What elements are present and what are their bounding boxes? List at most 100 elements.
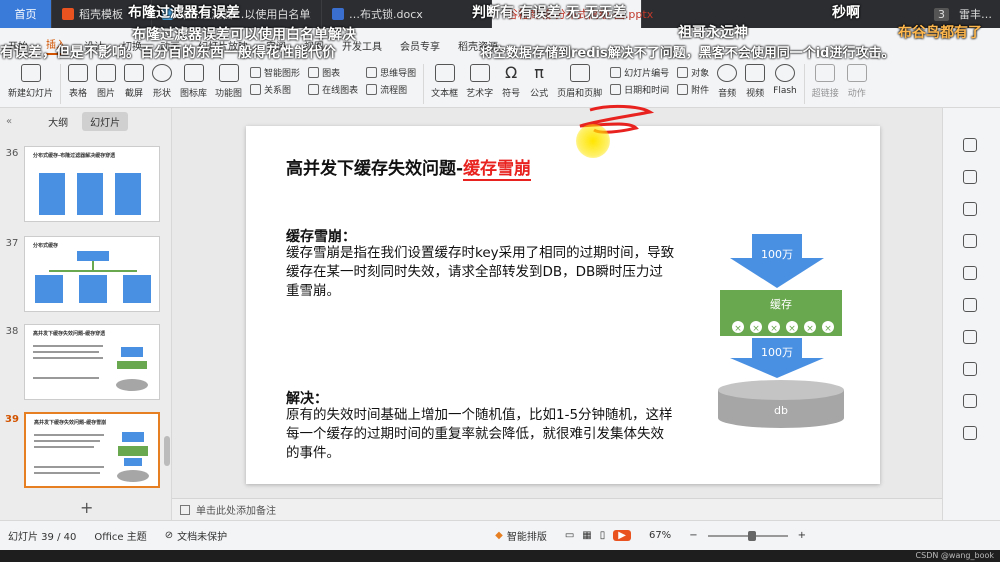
picture-icon	[96, 64, 117, 82]
sidebar-tool-icon[interactable]	[963, 234, 977, 248]
add-slide-icon[interactable]: +	[80, 498, 93, 517]
smart-shape-button[interactable]: 智能图形	[250, 66, 300, 79]
picture-button[interactable]: 图片	[92, 64, 120, 99]
tab-slides[interactable]: 幻灯片	[82, 111, 129, 131]
slide-number-button[interactable]: 幻灯片编号	[610, 66, 669, 79]
tab-home[interactable]: 首页	[0, 0, 52, 28]
slide-thumbnail-selected[interactable]: 高并发下缓存失效问题-缓存雪崩	[24, 412, 160, 488]
hyperlink-button[interactable]: 超链接	[808, 64, 843, 99]
section-body-avalanche[interactable]: 缓存雪崩是指在我们设置缓存时key采用了相同的过期时间，导致缓存在某一时刻同时失…	[286, 244, 676, 301]
danmaku-comment: 秒啊	[832, 5, 860, 21]
icon-lib-button[interactable]: 图标库	[176, 64, 211, 99]
cache-label: 缓存	[770, 297, 792, 311]
slide-number-label: 幻灯片编号	[624, 69, 670, 79]
slide-thumbnail[interactable]: 高并发下缓存失效问题-缓存穿透	[24, 324, 160, 400]
tab-outline[interactable]: 大纲	[48, 114, 68, 129]
slide-thumb-38[interactable]: 38 高并发下缓存失效问题-缓存穿透	[0, 324, 172, 400]
sidebar-tool-icon[interactable]	[963, 170, 977, 184]
tab-count-badge[interactable]: 3	[934, 7, 949, 21]
collapse-panel-icon[interactable]: «	[6, 116, 12, 127]
func-chart-button[interactable]: 功能图	[211, 64, 246, 99]
new-slide-button[interactable]: 新建幻灯片	[4, 64, 57, 99]
sidebar-tool-icon[interactable]	[963, 298, 977, 312]
screenshot-icon	[124, 64, 145, 82]
section-body-solution[interactable]: 原有的失效时间基础上增加一个随机值，比如1-5分钟随机，这样每一个缓存的过期时间…	[286, 406, 676, 463]
word-icon	[332, 8, 344, 20]
wordart-icon	[469, 64, 490, 82]
sidebar-tool-icon[interactable]	[963, 266, 977, 280]
sidebar-tool-icon[interactable]	[963, 138, 977, 152]
slide-thumbnail[interactable]: 分布式缓存	[24, 236, 160, 312]
zoom-slider[interactable]	[707, 530, 788, 541]
audio-button[interactable]: 音频	[713, 64, 741, 99]
ribbon-separator	[803, 64, 805, 104]
table-button[interactable]: 表格	[64, 64, 92, 99]
protect-status[interactable]: ⊘ 文档未保护	[165, 528, 227, 543]
datetime-button[interactable]: 日期和时间	[610, 83, 669, 96]
screenshot-button[interactable]: 截屏	[120, 64, 148, 99]
shape-button[interactable]: 形状	[148, 64, 176, 99]
slide-thumb-39[interactable]: 39 高并发下缓存失效问题-缓存雪崩	[0, 412, 172, 488]
ribbon-group-insert-misc: 幻灯片编号 日期和时间	[606, 64, 673, 98]
zoom-level[interactable]: 67%	[649, 530, 671, 541]
sidebar-tool-icon[interactable]	[963, 426, 977, 440]
arrow-mid-label: 100万	[761, 346, 793, 359]
symbol-button[interactable]: Ω 符号	[497, 64, 525, 100]
textbox-button[interactable]: 文本框	[427, 64, 462, 99]
protect-label: 文档未保护	[177, 532, 228, 543]
smart-layout-button[interactable]: ◆ 智能排版	[495, 528, 547, 543]
mindmap-button[interactable]: 思维导图	[366, 66, 416, 79]
link-icon	[815, 64, 836, 82]
sidebar-tool-icon[interactable]	[963, 330, 977, 344]
reading-view-icon[interactable]: ▯	[600, 530, 606, 541]
scrollbar-thumb[interactable]	[164, 436, 170, 466]
slide-thumb-37[interactable]: 37 分布式缓存	[0, 236, 172, 312]
menu-member[interactable]: 会员专享	[400, 38, 440, 53]
section-heading-avalanche[interactable]: 缓存雪崩：	[286, 226, 356, 246]
icon-library-icon	[183, 64, 204, 82]
cursor-highlight	[576, 124, 610, 158]
notes-placeholder[interactable]: 单击此处添加备注	[196, 502, 276, 517]
attachment-button[interactable]: 附件	[677, 83, 709, 96]
video-button[interactable]: 视频	[741, 64, 769, 99]
object-button[interactable]: 对象	[677, 66, 709, 79]
formula-button[interactable]: π 公式	[525, 64, 553, 100]
zoom-in-icon[interactable]: +	[798, 530, 806, 541]
smart-shape-label: 智能图形	[264, 69, 301, 79]
current-slide[interactable]: 高并发下缓存失效问题-缓存雪崩 缓存雪崩： 缓存雪崩是指在我们设置缓存时key采…	[246, 126, 880, 484]
online-chart-button[interactable]: 在线图表	[308, 83, 358, 96]
zoom-slider-knob[interactable]	[747, 530, 756, 541]
sidebar-tool-icon[interactable]	[963, 202, 977, 216]
shield-icon: ⊘	[164, 530, 174, 541]
chart-icon	[308, 67, 320, 78]
chart-button[interactable]: 图表	[308, 66, 358, 79]
play-slideshow-icon[interactable]: ▶	[613, 530, 631, 541]
section-heading-solution[interactable]: 解决：	[286, 388, 328, 408]
theme-name[interactable]: Office 主题	[94, 528, 146, 543]
relation-button[interactable]: 关系图	[250, 83, 300, 96]
header-footer-button[interactable]: 页眉和页脚	[553, 64, 606, 99]
slide-panel: « 大纲 幻灯片 36 分布式缓存-布隆过滤器解决缓存穿透 37 分布式缓存 3…	[0, 108, 172, 520]
thumb-title: 分布式缓存	[33, 243, 59, 249]
flash-button[interactable]: Flash	[769, 64, 801, 96]
sidebar-tool-icon[interactable]	[963, 362, 977, 376]
request-arrow-top	[730, 234, 824, 288]
slide-title[interactable]: 高并发下缓存失效问题-缓存雪崩	[286, 154, 532, 181]
online-chart-label: 在线图表	[322, 86, 359, 96]
notes-pane[interactable]: 单击此处添加备注	[172, 498, 942, 520]
video-icon	[745, 64, 766, 82]
grid-view-icon[interactable]: ▦	[582, 530, 591, 541]
user-name[interactable]: 雷丰…	[959, 6, 992, 22]
chart-label: 图表	[322, 69, 341, 79]
slide-thumbnail[interactable]: 分布式缓存-布隆过滤器解决缓存穿透	[24, 146, 160, 222]
thumb-title: 高并发下缓存失效问题-缓存穿透	[33, 331, 106, 337]
action-button[interactable]: 动作	[843, 64, 871, 99]
flowchart-button[interactable]: 流程图	[366, 83, 416, 96]
slide-thumb-36[interactable]: 36 分布式缓存-布隆过滤器解决缓存穿透	[0, 146, 172, 222]
normal-view-icon[interactable]: ▭	[565, 530, 574, 541]
slide-panel-scrollbar[interactable]	[164, 136, 170, 466]
sidebar-tool-icon[interactable]	[963, 394, 977, 408]
smart-layout-icon: ◆	[495, 530, 503, 541]
zoom-out-icon[interactable]: −	[689, 530, 697, 541]
wordart-button[interactable]: 艺术字	[462, 64, 497, 99]
